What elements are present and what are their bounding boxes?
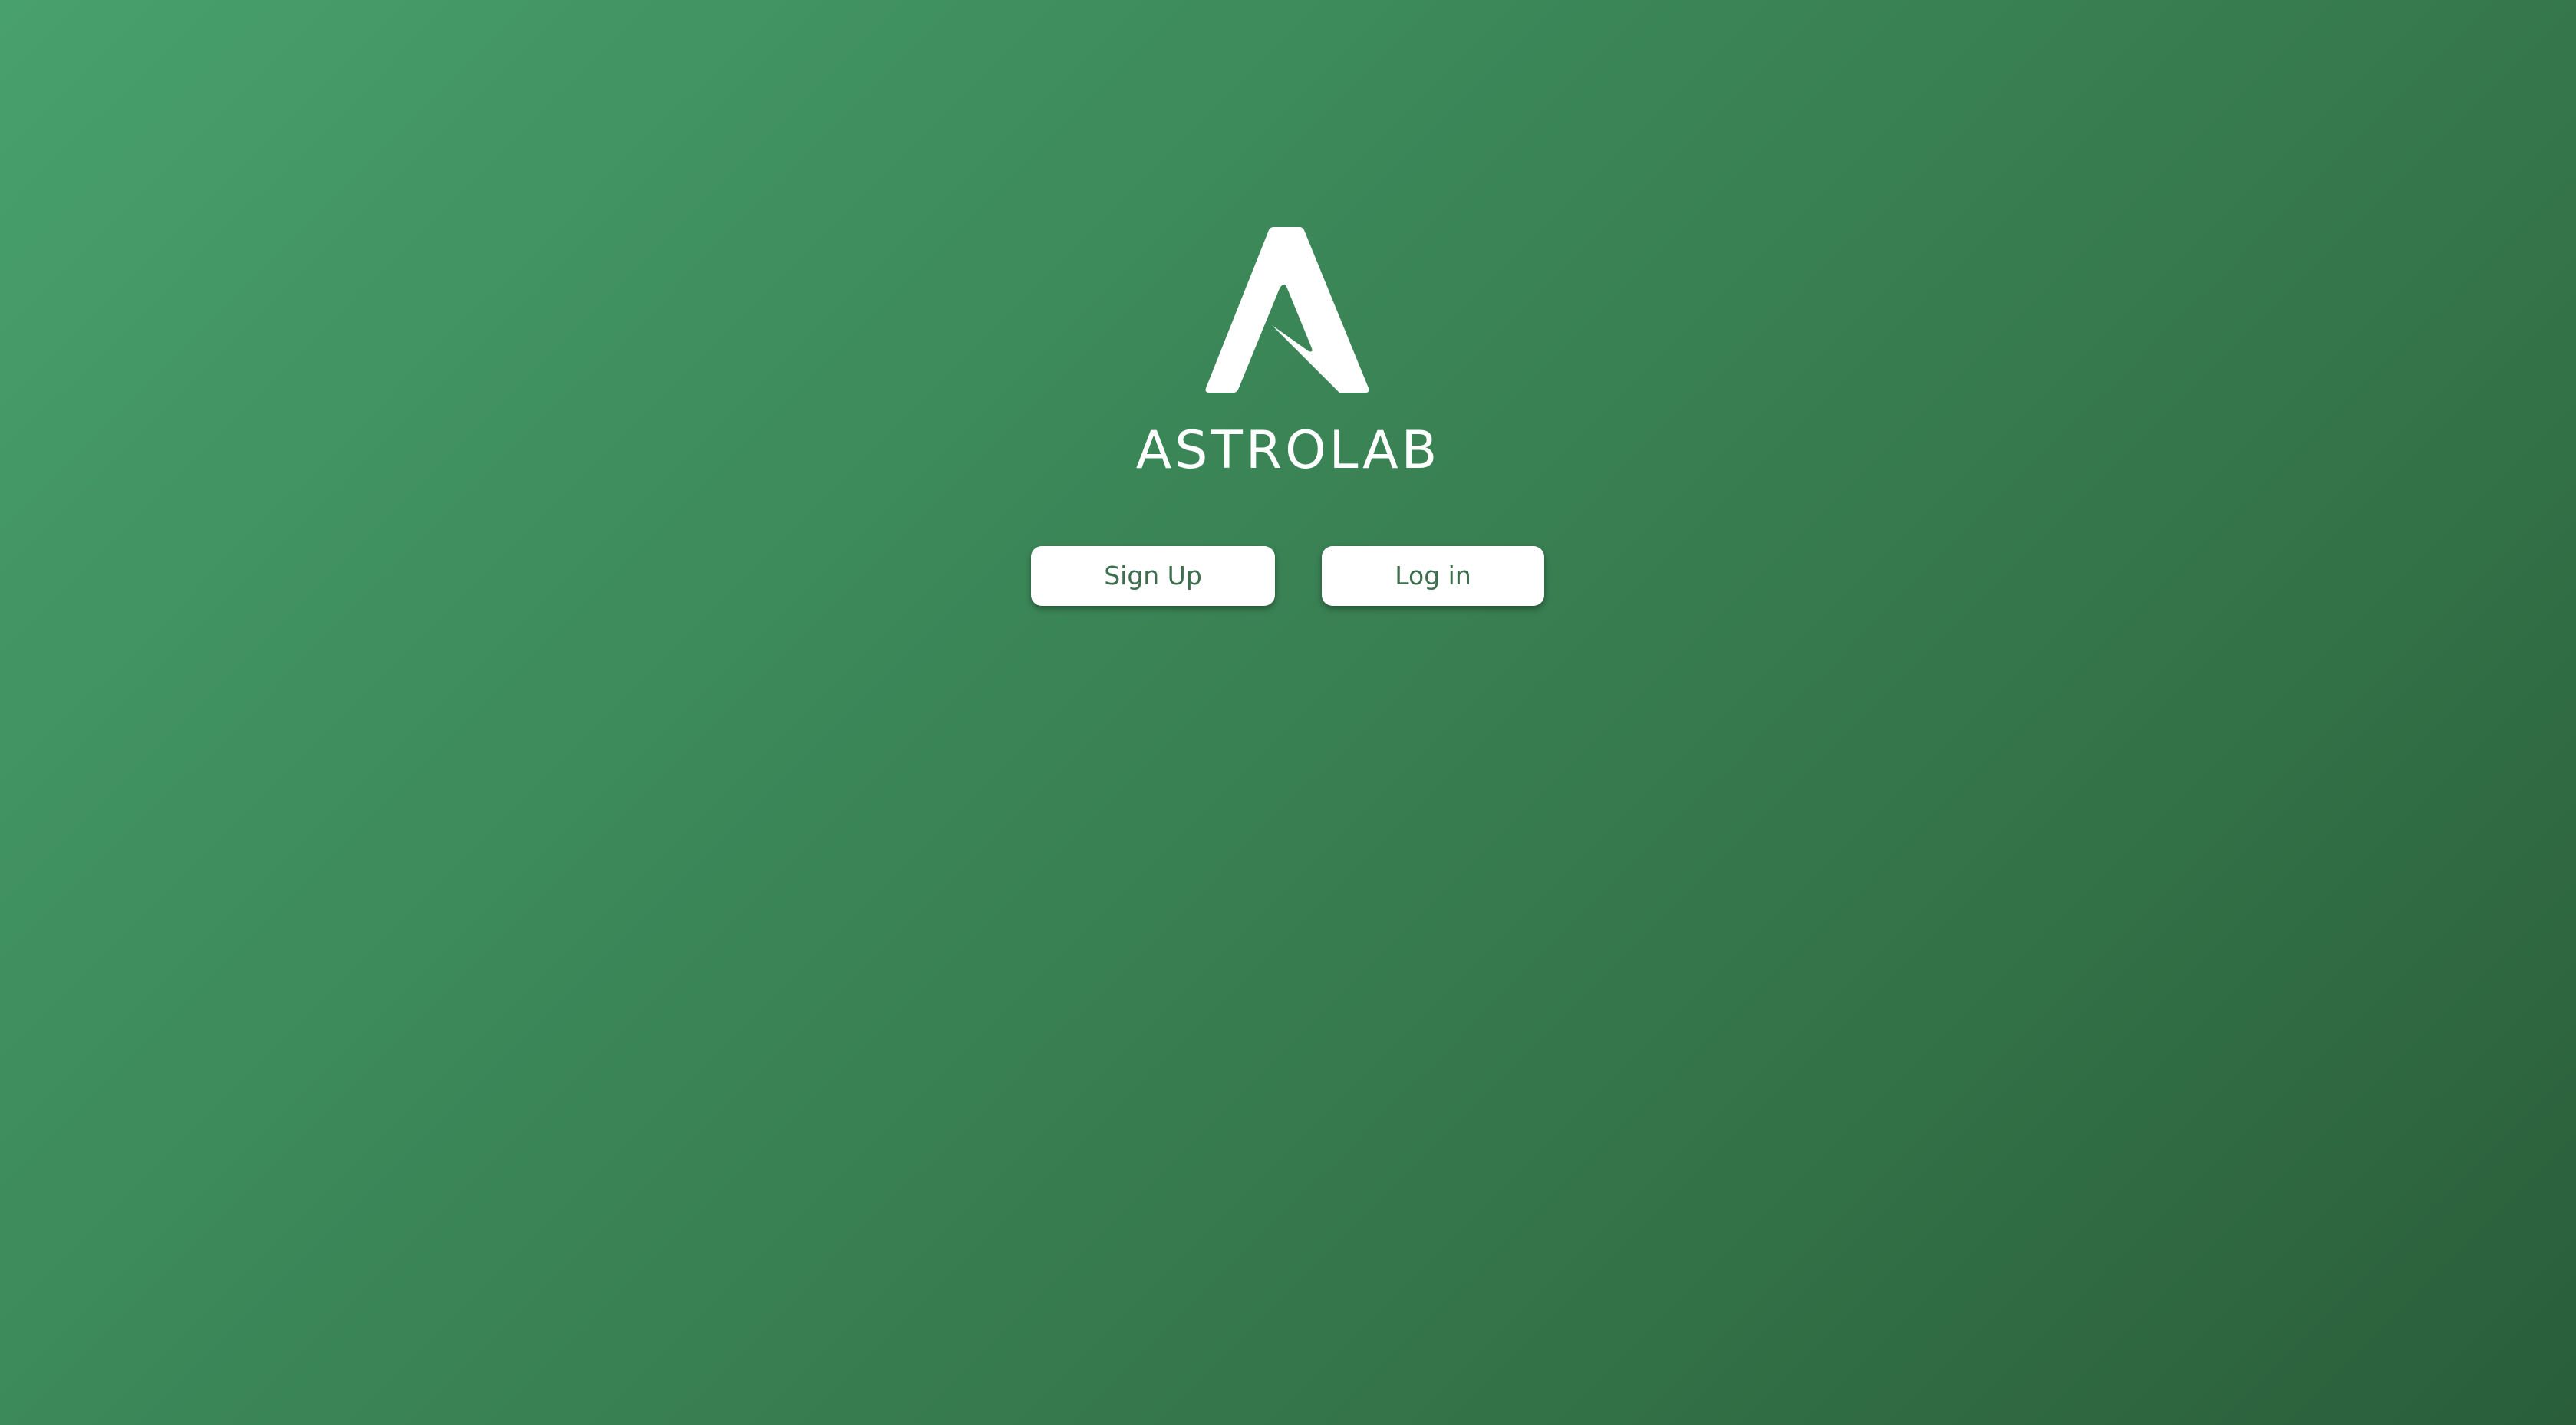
brand-name: ASTROLAB — [1135, 420, 1441, 481]
log-in-button[interactable]: Log in — [1322, 546, 1544, 606]
landing-screen: ASTROLAB Sign Up Log in — [0, 0, 2576, 1425]
astrolab-logo-icon — [1204, 227, 1369, 396]
sign-up-button[interactable]: Sign Up — [1031, 546, 1275, 606]
